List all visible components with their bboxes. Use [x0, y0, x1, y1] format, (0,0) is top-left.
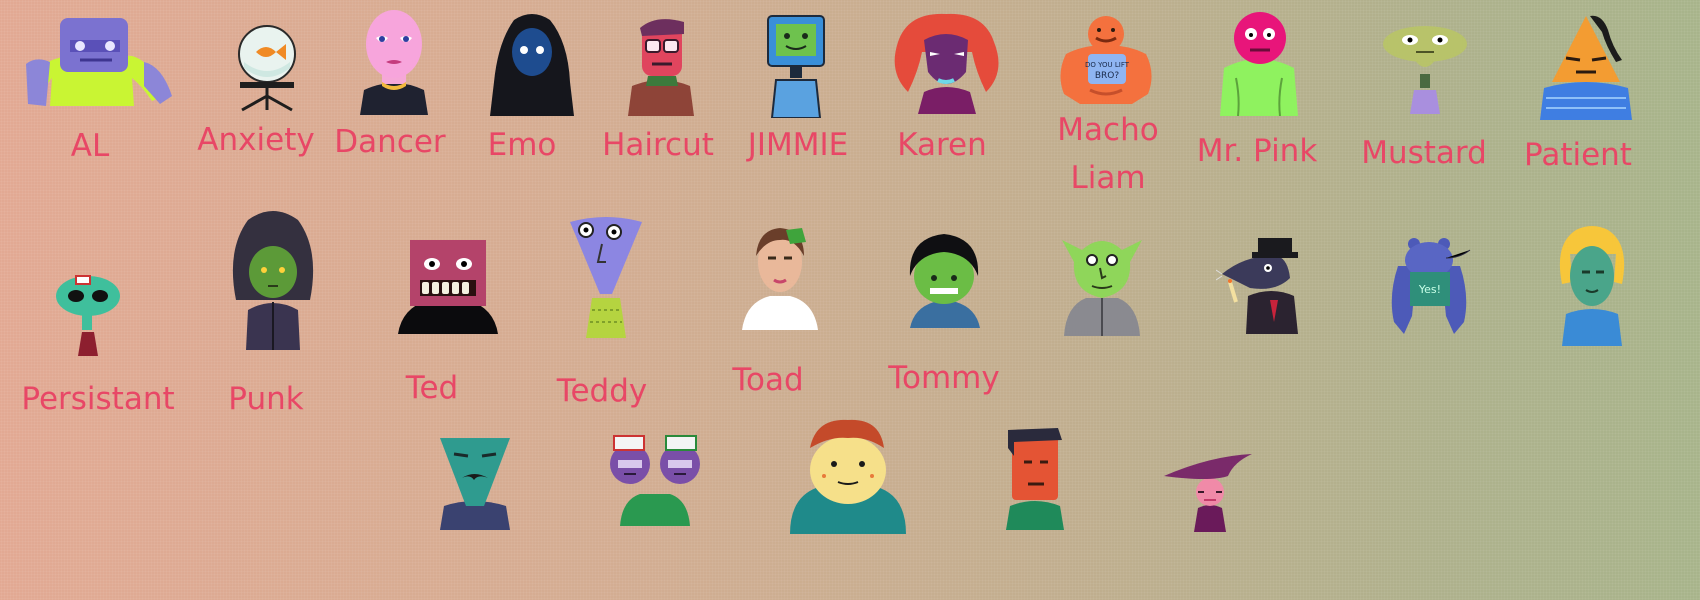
purple-twins-icon	[610, 435, 700, 526]
hooded-figure-icon	[490, 14, 574, 116]
character-name: Patient	[1524, 137, 1632, 173]
shirt-text: BRO?	[1095, 71, 1120, 81]
goblin-icon	[1062, 240, 1142, 336]
green-punk-icon	[232, 211, 314, 350]
character-name: Haircut	[602, 127, 714, 163]
yellow-big-woman-icon	[790, 419, 906, 534]
goldfish-bowl-icon	[238, 25, 296, 112]
character-name: Macho Liam	[1057, 112, 1159, 196]
muscle-man-icon: DO YOU LIFT BRO?	[1060, 16, 1152, 104]
olive-alien-icon	[1383, 26, 1467, 114]
character-name: Persistant	[21, 381, 175, 417]
green-boy-beanie-icon	[909, 234, 980, 328]
character-name: AL	[70, 128, 110, 164]
witch-icon	[1164, 454, 1252, 532]
computer-monitor-robot-icon	[767, 15, 825, 118]
character-name: Dancer	[334, 124, 446, 160]
character-name: Ted	[405, 370, 459, 406]
pink-bald-woman-icon	[360, 10, 428, 115]
mustache-teal-man-icon	[440, 438, 510, 530]
blonde-green-woman-icon	[1559, 226, 1625, 346]
character-name: Punk	[228, 381, 304, 417]
character-name: Anxiety	[197, 122, 315, 158]
box-head-teeth-icon	[398, 240, 498, 334]
character-name: Mr. Pink	[1196, 133, 1318, 169]
shirt-text: Yes!	[1418, 283, 1441, 296]
young-man-icon	[742, 228, 818, 330]
red-man-icon	[1006, 428, 1064, 530]
character-name: Toad	[732, 362, 804, 398]
red-face-man-icon	[628, 19, 694, 116]
pink-head-green-sweater-icon	[1220, 12, 1298, 116]
character-name: Emo	[487, 127, 557, 163]
character-name: Teddy	[556, 373, 648, 409]
teal-alien-icon	[56, 275, 120, 356]
character-name: Tommy	[888, 360, 1000, 396]
blocky-purple-man-icon	[26, 18, 172, 106]
character-name: JIMMIE	[747, 127, 849, 163]
rat-gangster-icon	[1216, 238, 1298, 334]
character-name: Mustard	[1361, 135, 1487, 171]
red-hair-woman-icon	[894, 13, 999, 114]
orange-triangle-head-icon	[1540, 15, 1632, 120]
character-name: Karen	[897, 127, 987, 163]
cone-head-icon	[570, 217, 642, 338]
blue-muscle-creature-icon: Yes!	[1391, 238, 1471, 334]
shirt-text: DO YOU LIFT	[1085, 61, 1130, 69]
